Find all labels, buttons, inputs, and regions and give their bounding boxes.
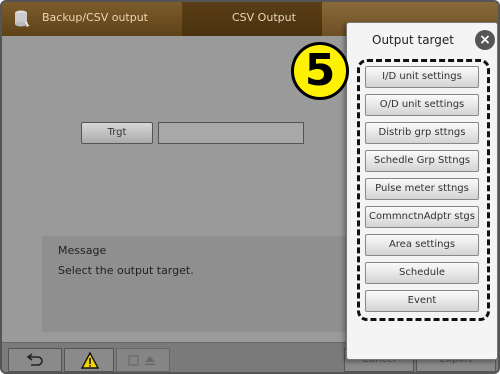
database-icon <box>15 10 30 27</box>
media-eject-button[interactable] <box>116 348 170 372</box>
step-number-badge: 5 <box>291 42 349 100</box>
warning-icon <box>80 351 100 369</box>
app-screen: Backup/CSV output CSV Output Trgt Messag… <box>0 0 500 374</box>
target-field[interactable] <box>158 122 304 144</box>
message-heading: Message <box>58 244 107 257</box>
close-icon[interactable]: × <box>475 30 495 50</box>
back-button[interactable] <box>8 348 62 372</box>
window-title: Backup/CSV output <box>42 11 148 24</box>
tab-csv-output-label: CSV Output <box>232 11 296 24</box>
highlight-dashed-box <box>357 59 490 321</box>
undo-arrow-icon <box>26 353 43 366</box>
message-text: Select the output target. <box>58 264 194 277</box>
warning-button[interactable] <box>64 348 114 372</box>
message-panel: Message Select the output target. <box>42 236 346 332</box>
media-eject-icon <box>128 355 155 366</box>
target-button[interactable]: Trgt <box>81 122 153 144</box>
popup-title: Output target <box>372 33 454 47</box>
